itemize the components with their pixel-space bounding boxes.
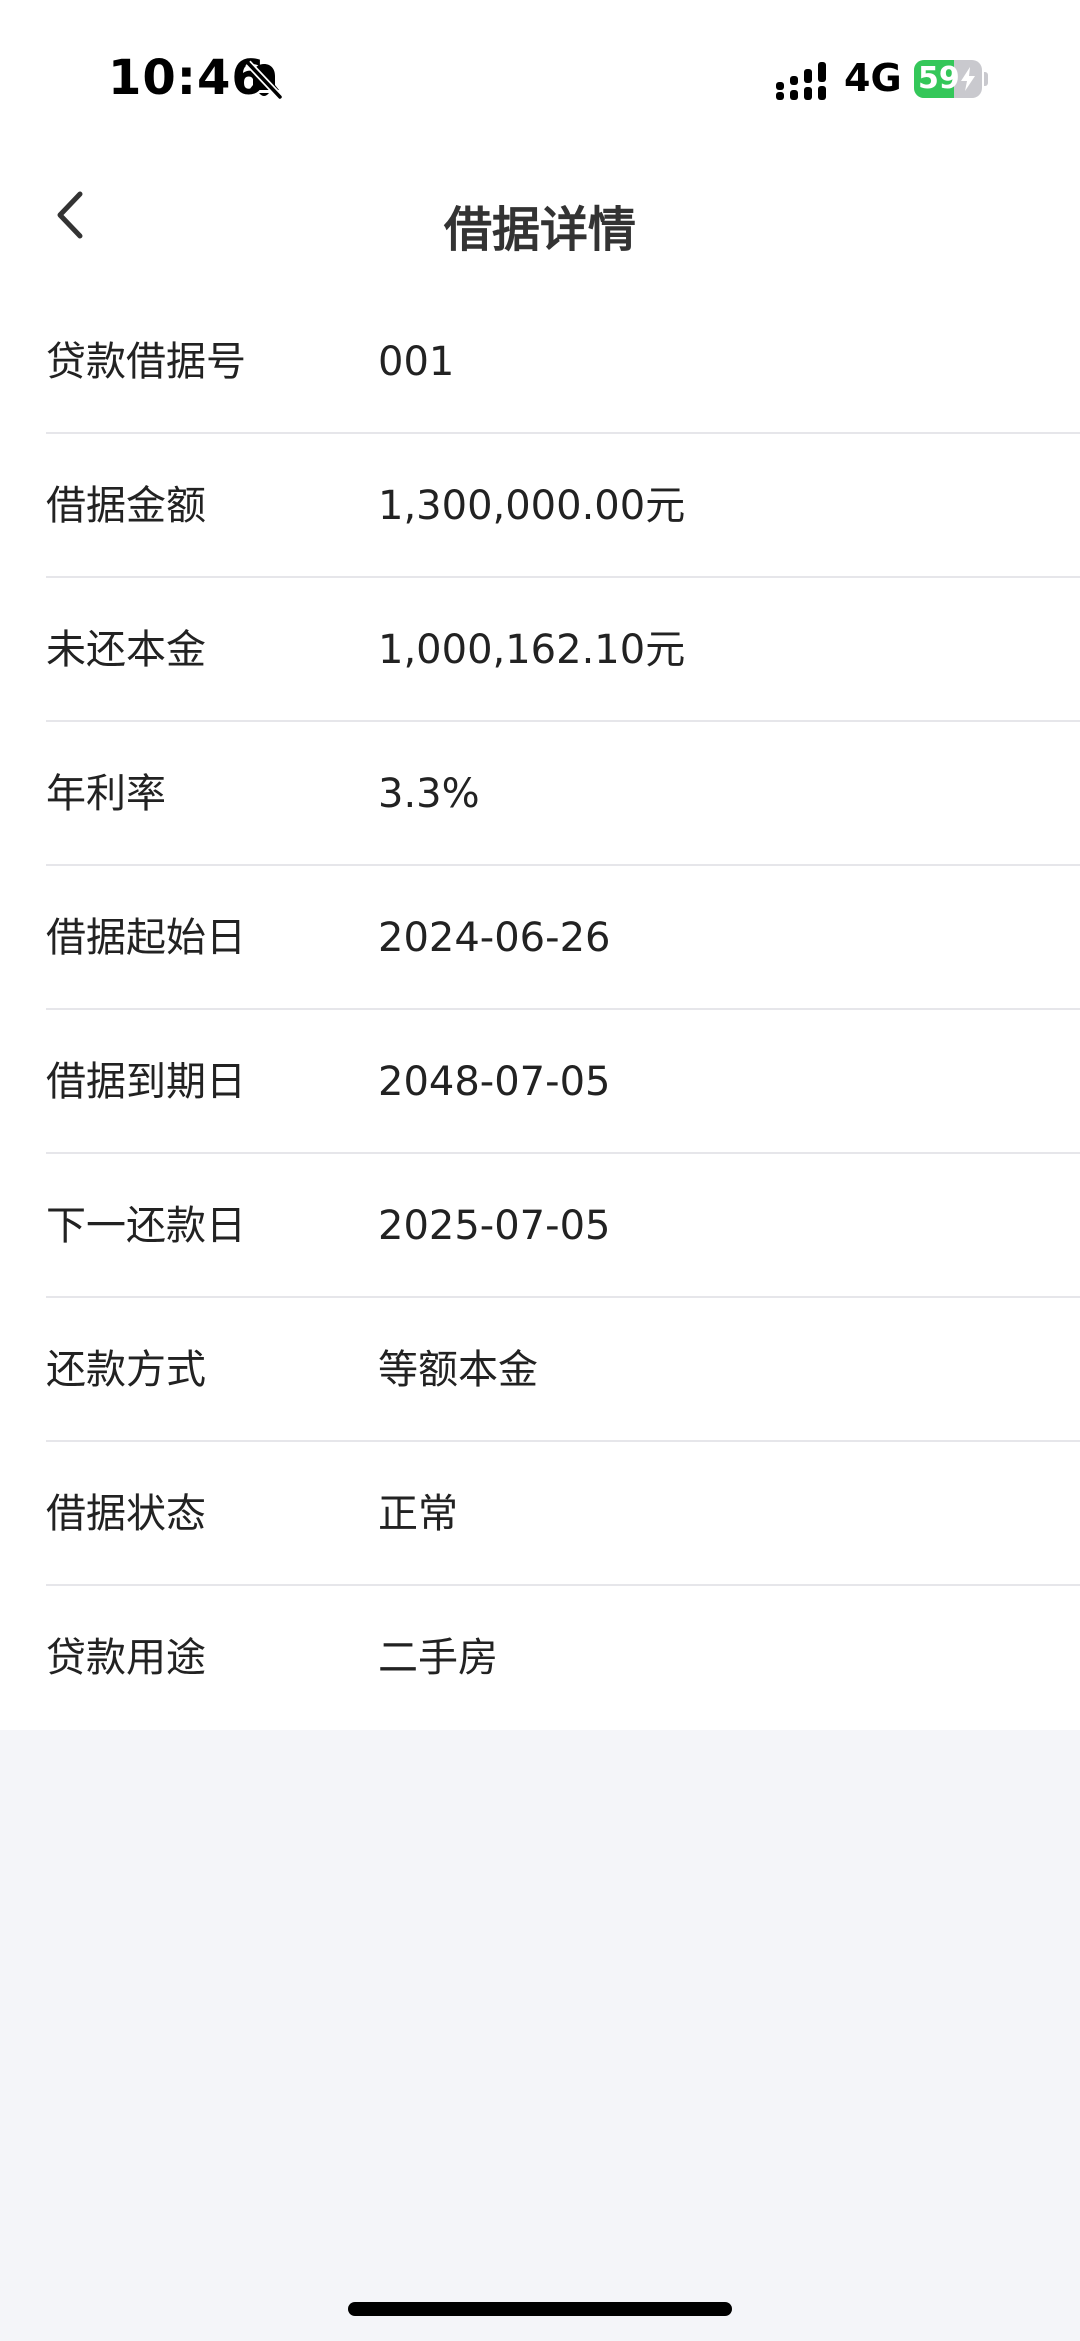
battery-level: 59 bbox=[918, 61, 960, 96]
battery-body: 59 bbox=[914, 60, 982, 98]
signal-icon bbox=[776, 62, 826, 100]
detail-row-loan-amount: 借据金额 1,300,000.00元 bbox=[46, 434, 1080, 578]
page-title: 借据详情 bbox=[443, 202, 636, 258]
detail-value: 1,000,162.10元 bbox=[378, 627, 686, 673]
detail-row-maturity-date: 借据到期日 2048-07-05 bbox=[46, 1010, 1080, 1154]
detail-value: 2025-07-05 bbox=[378, 1203, 611, 1249]
detail-row-loan-status: 借据状态 正常 bbox=[46, 1442, 1080, 1586]
detail-row-annual-rate: 年利率 3.3% bbox=[46, 722, 1080, 866]
battery-tip bbox=[984, 72, 988, 86]
detail-value: 2024-06-26 bbox=[378, 915, 611, 961]
network-type: 4G bbox=[844, 56, 902, 100]
detail-label: 还款方式 bbox=[46, 1347, 206, 1393]
detail-value: 二手房 bbox=[378, 1635, 498, 1681]
detail-row-outstanding-principal: 未还本金 1,000,162.10元 bbox=[46, 578, 1080, 722]
home-indicator[interactable] bbox=[348, 2302, 732, 2316]
detail-label: 贷款借据号 bbox=[46, 339, 246, 385]
charging-bolt-icon bbox=[961, 67, 975, 91]
detail-label: 贷款用途 bbox=[46, 1635, 206, 1681]
detail-label: 借据金额 bbox=[46, 483, 206, 529]
detail-value: 1,300,000.00元 bbox=[378, 483, 686, 529]
detail-row-loan-purpose: 贷款用途 二手房 bbox=[46, 1586, 1080, 1730]
detail-label: 年利率 bbox=[46, 771, 166, 817]
detail-value: 2048-07-05 bbox=[378, 1059, 611, 1105]
detail-label: 未还本金 bbox=[46, 627, 206, 673]
detail-row-repayment-method: 还款方式 等额本金 bbox=[46, 1298, 1080, 1442]
battery-icon: 59 bbox=[914, 60, 988, 98]
detail-list: 贷款借据号 001 借据金额 1,300,000.00元 未还本金 1,000,… bbox=[0, 290, 1080, 1730]
detail-value: 001 bbox=[378, 339, 455, 385]
detail-label: 借据到期日 bbox=[46, 1059, 246, 1105]
detail-row-start-date: 借据起始日 2024-06-26 bbox=[46, 866, 1080, 1010]
detail-label: 下一还款日 bbox=[46, 1203, 246, 1249]
nav-bar: 借据详情 bbox=[0, 140, 1080, 290]
detail-row-loan-number: 贷款借据号 001 bbox=[46, 290, 1080, 434]
status-bar: 10:46 4G 59 bbox=[0, 0, 1080, 140]
detail-value: 3.3% bbox=[378, 771, 480, 817]
bell-slash-icon bbox=[245, 60, 283, 100]
detail-row-next-payment-date: 下一还款日 2025-07-05 bbox=[46, 1154, 1080, 1298]
detail-label: 借据状态 bbox=[46, 1491, 206, 1537]
detail-value: 正常 bbox=[378, 1491, 458, 1537]
detail-value: 等额本金 bbox=[378, 1347, 538, 1393]
detail-label: 借据起始日 bbox=[46, 915, 246, 961]
